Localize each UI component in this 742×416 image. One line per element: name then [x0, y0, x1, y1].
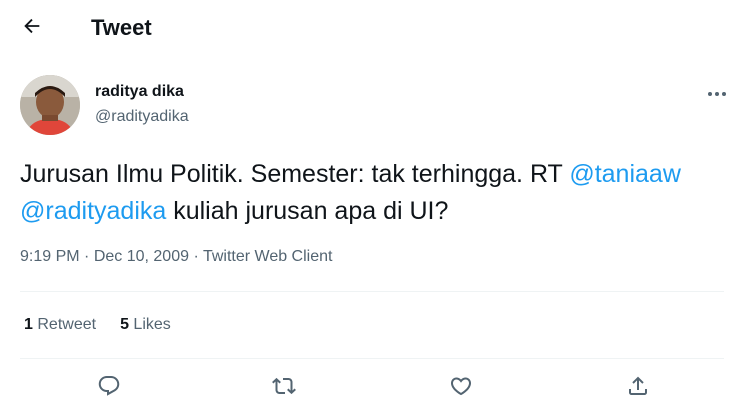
retweets-stat[interactable]: 1 Retweet: [24, 316, 96, 334]
more-button[interactable]: [704, 83, 730, 103]
likes-label: Likes: [133, 316, 171, 333]
retweet-icon: [272, 374, 296, 403]
tweet-source[interactable]: Twitter Web Client: [203, 248, 333, 265]
page-title: Tweet: [91, 15, 152, 40]
arrow-left-icon: [21, 15, 43, 42]
like-icon: [449, 374, 473, 403]
tweet-date[interactable]: Dec 10, 2009: [94, 248, 189, 265]
mention-link-taniaaw[interactable]: @taniaaw: [569, 160, 681, 188]
meta-separator-2: ·: [189, 248, 203, 265]
share-button[interactable]: [622, 372, 654, 404]
retweet-count: 1: [24, 316, 33, 333]
likes-stat[interactable]: 5 Likes: [120, 316, 171, 334]
tweet-actions: [0, 370, 742, 406]
retweet-button[interactable]: [268, 372, 300, 404]
tweet-text-part1: Jurusan Ilmu Politik. Semester: tak terh…: [20, 160, 570, 188]
tweet-time[interactable]: 9:19 PM: [20, 248, 80, 265]
meta-separator: ·: [79, 248, 94, 265]
reply-icon: [97, 374, 121, 403]
tweet-stats: 1 Retweet 5 Likes: [24, 316, 171, 334]
tweet-author: raditya dika @radityadika: [20, 75, 730, 137]
header: Tweet: [0, 0, 742, 56]
author-handle[interactable]: @radityadika: [95, 108, 189, 126]
mention-link-radityadika[interactable]: @radityadika: [20, 197, 166, 225]
tweet-text: Jurusan Ilmu Politik. Semester: tak terh…: [20, 156, 725, 230]
back-button[interactable]: [16, 13, 48, 43]
like-button[interactable]: [445, 372, 477, 404]
reply-button[interactable]: [93, 372, 125, 404]
tweet-meta: 9:19 PM · Dec 10, 2009 · Twitter Web Cli…: [20, 248, 332, 266]
tweet-text-part2: kuliah jurusan apa di UI?: [166, 197, 449, 225]
divider: [20, 291, 724, 292]
author-name[interactable]: raditya dika: [95, 83, 184, 101]
more-horizontal-icon: [707, 84, 727, 102]
divider: [20, 358, 724, 359]
retweet-label: Retweet: [37, 316, 97, 333]
likes-count: 5: [120, 316, 129, 333]
share-icon: [626, 374, 650, 403]
avatar[interactable]: [20, 75, 80, 135]
